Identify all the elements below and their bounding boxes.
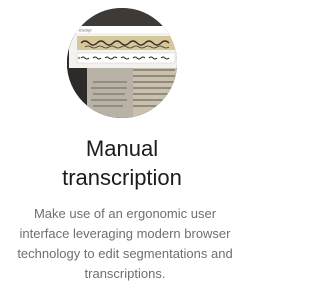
feature-title-line2: transcription — [62, 165, 182, 190]
feature-description: Make use of an ergonomic user interface … — [17, 206, 233, 281]
feature-image: eScript — [67, 8, 177, 118]
feature-title-line1: Manual — [85, 136, 159, 161]
manuscript-screenshot-illustration: eScript — [67, 8, 177, 118]
svg-text:eScript: eScript — [79, 28, 92, 33]
feature-card: eScript Manual transcription Make use of… — [0, 0, 244, 288]
